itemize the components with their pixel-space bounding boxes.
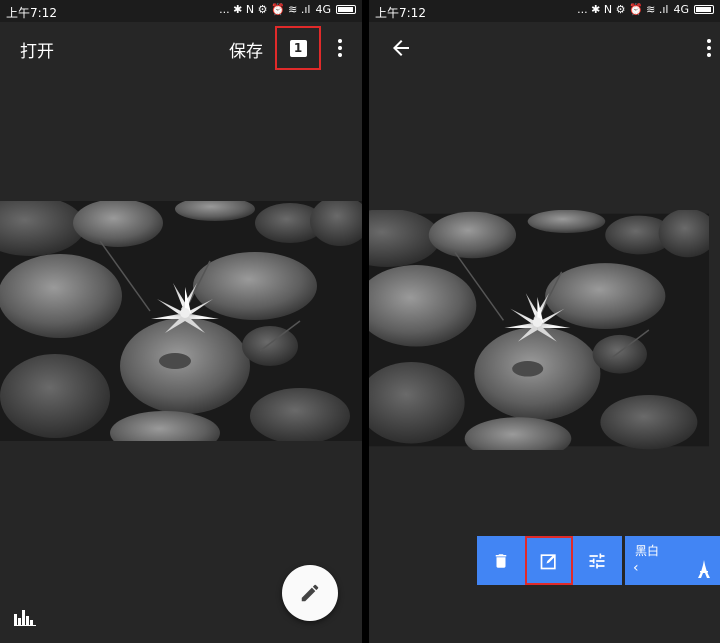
filter-name: 黑白 [635,544,660,558]
status-time: 上午7:12 [375,6,426,20]
left-screen: 上午7:12 ... ✱ N ⚙ ⏰ ≋ .ıl 4G 打开 保存 1 [0,0,362,643]
trash-icon [495,553,507,568]
screen-divider [362,0,369,643]
right-screen: 上午7:12 ... ✱ N ⚙ ⏰ ≋ .ıl 4G 黑白 ‹ [369,0,720,643]
photo-image [369,210,720,450]
more-options-icon[interactable] [336,37,344,59]
status-icons-text: ... ✱ N ⚙ ⏰ ≋ .ıl [577,3,669,16]
status-icons: ... ✱ N ⚙ ⏰ ≋ .ıl 4G [577,3,714,16]
edit-fab-button[interactable] [282,565,338,621]
status-bar: 上午7:12 ... ✱ N ⚙ ⏰ ≋ .ıl 4G [0,0,362,22]
filter-card[interactable]: 黑白 ‹ [625,536,720,585]
image-count-button[interactable]: 1 [275,26,321,70]
sliders-icon [589,553,605,568]
open-button[interactable]: 打开 [20,37,54,62]
battery-icon [694,5,714,14]
edit-square-icon [540,553,556,569]
pencil-icon [301,584,319,602]
save-button[interactable]: 保存 [229,37,263,62]
app-bar [369,22,720,74]
photo-image [0,201,362,441]
app-bar: 打开 保存 1 [0,22,362,74]
delete-button[interactable] [477,536,525,585]
histogram-icon[interactable] [14,608,36,626]
filter-prev-chevron-icon[interactable]: ‹ [633,560,639,576]
image-count-badge: 1 [289,39,307,57]
network-label: 4G [673,3,689,16]
adjust-button[interactable] [573,536,621,585]
status-bar: 上午7:12 ... ✱ N ⚙ ⏰ ≋ .ıl 4G [369,0,720,22]
battery-icon [336,5,356,14]
status-icons: ... ✱ N ⚙ ⏰ ≋ .ıl 4G [219,3,356,16]
more-options-icon[interactable] [705,37,713,59]
edit-button[interactable] [525,536,573,585]
back-arrow-icon[interactable] [389,36,413,60]
edit-toolbar [477,536,622,585]
status-time: 上午7:12 [6,6,57,20]
network-label: 4G [315,3,331,16]
status-icons-text: ... ✱ N ⚙ ⏰ ≋ .ıl [219,3,311,16]
eiffel-tower-icon [698,560,710,578]
